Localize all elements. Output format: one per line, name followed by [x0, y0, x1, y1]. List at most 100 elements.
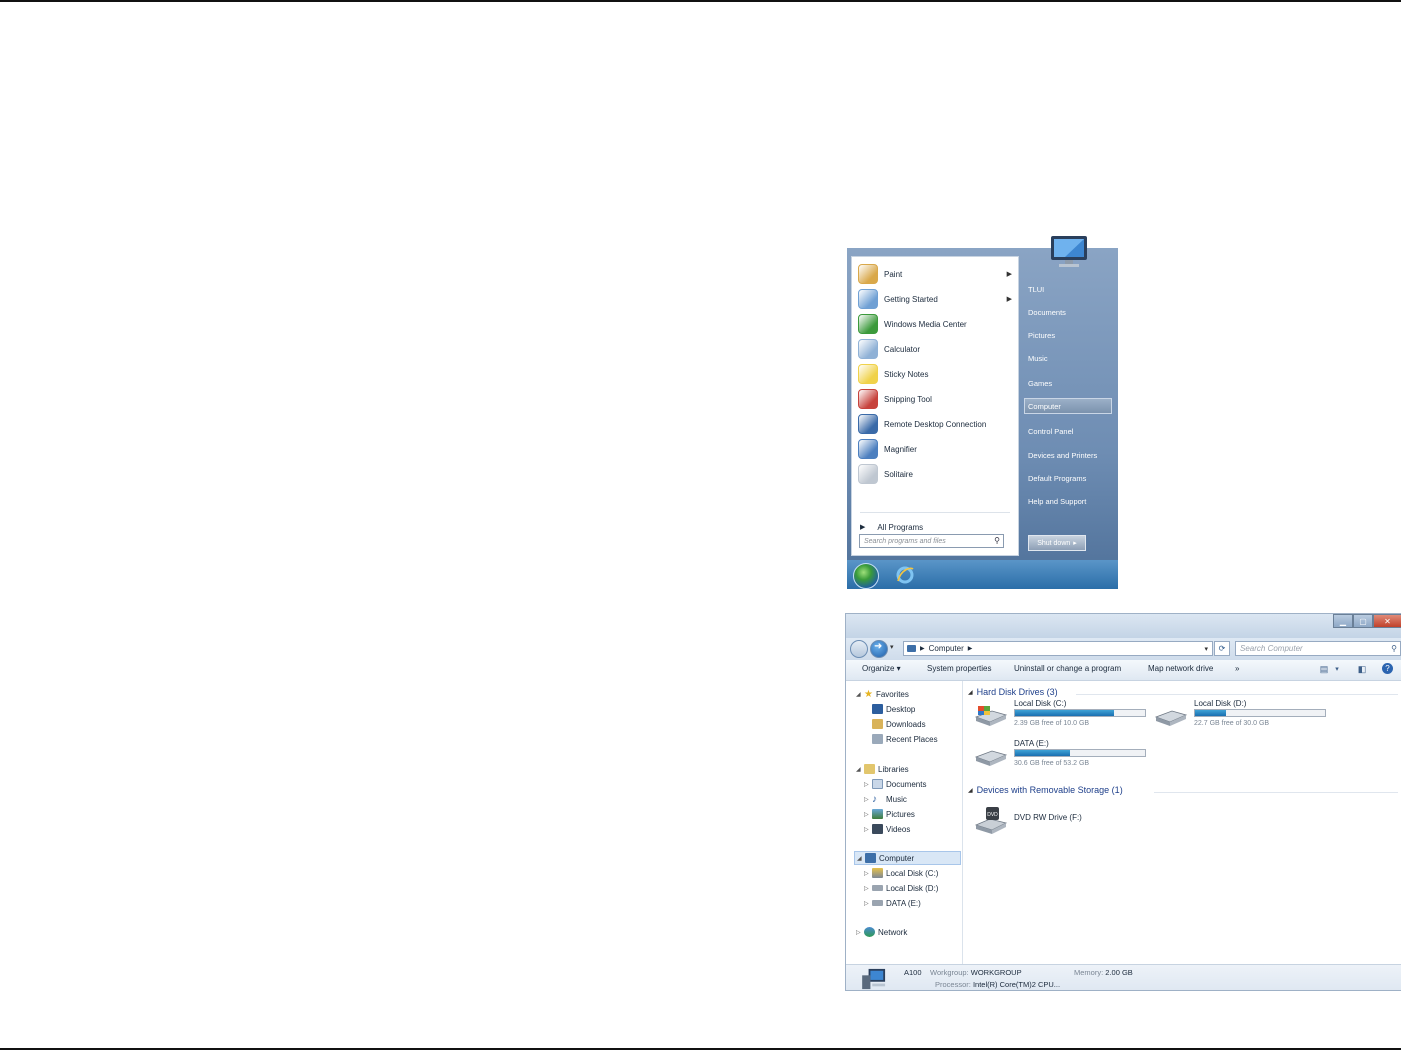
- nav-local-disk-d-label: Local Disk (D:): [886, 883, 939, 893]
- nav-network[interactable]: ▷ Network: [856, 925, 907, 939]
- submenu-arrow-icon[interactable]: ▶: [1007, 270, 1012, 278]
- start-menu-link[interactable]: Default Programs: [1028, 470, 1114, 486]
- chevron-right-icon: ▶: [967, 646, 973, 652]
- nav-music[interactable]: ▷ ♪ Music: [864, 792, 907, 806]
- nav-local-disk-d[interactable]: ▷ Local Disk (D:): [864, 881, 938, 895]
- start-menu-link[interactable]: Documents: [1028, 304, 1114, 320]
- map-network-drive-button[interactable]: Map network drive: [1148, 664, 1213, 673]
- start-orb-button[interactable]: [853, 563, 879, 589]
- start-menu-item[interactable]: Calculator: [858, 338, 1016, 360]
- nav-desktop[interactable]: Desktop: [872, 702, 915, 716]
- start-search-placeholder: Search programs and files: [864, 537, 946, 545]
- videos-icon: [872, 824, 883, 834]
- drive-free-space: 22.7 GB free of 30.0 GB: [1194, 720, 1270, 727]
- back-button[interactable]: [850, 640, 868, 658]
- system-drive-icon: [974, 706, 1008, 726]
- view-dropdown-icon[interactable]: ▾: [1331, 663, 1343, 675]
- start-menu-item-label: Sticky Notes: [884, 369, 929, 379]
- group-header-removable-storage[interactable]: ◢ Devices with Removable Storage (1): [968, 785, 1123, 795]
- system-drive-icon: [872, 868, 883, 878]
- dvd-drive[interactable]: DVD DVD RW Drive (F:): [974, 805, 1154, 841]
- start-menu: Paint ▶ Getting Started ▶ Windows Media Cent…: [847, 236, 1118, 589]
- music-icon: ♪: [872, 793, 877, 805]
- search-placeholder: Search Computer: [1240, 644, 1303, 653]
- close-button[interactable]: ✕: [1373, 614, 1401, 628]
- drive-tile[interactable]: Local Disk (D:) 22.7 GB free of 30.0 GB: [1154, 699, 1334, 735]
- drive-name: Local Disk (D:): [1194, 699, 1247, 708]
- forward-button[interactable]: ➜: [870, 640, 888, 658]
- dvd-drive-label: DVD RW Drive (F:): [1014, 813, 1082, 822]
- group-header-hard-disk-drives[interactable]: ◢ Hard Disk Drives (3): [968, 687, 1058, 697]
- nav-favorites-label: Favorites: [875, 689, 909, 699]
- start-menu-item[interactable]: Remote Desktop Connection: [858, 413, 1016, 435]
- change-view-icon[interactable]: ▤: [1318, 663, 1330, 675]
- taskbar: [847, 560, 1118, 589]
- start-menu-item[interactable]: Magnifier: [858, 438, 1016, 460]
- start-menu-item[interactable]: Paint ▶: [858, 263, 1016, 285]
- nav-recent-places[interactable]: Recent Places: [872, 732, 938, 746]
- submenu-arrow-icon[interactable]: ▶: [1007, 295, 1012, 303]
- organize-button[interactable]: Organize ▾: [862, 664, 901, 673]
- nav-downloads[interactable]: Downloads: [872, 717, 926, 731]
- drive-usage-fill: [1195, 710, 1227, 716]
- drive-tile[interactable]: DATA (E:) 30.6 GB free of 53.2 GB: [974, 739, 1154, 775]
- minimize-button[interactable]: ▁: [1333, 614, 1353, 628]
- desktop-icon: [872, 704, 883, 714]
- shutdown-button[interactable]: Shut down ▸: [1028, 535, 1086, 551]
- start-menu-item[interactable]: Sticky Notes: [858, 363, 1016, 385]
- processor-info: Processor: Intel(R) Core(TM)2 CPU...: [935, 980, 1060, 989]
- nav-pictures-label: Pictures: [886, 809, 915, 819]
- command-bar: Organize ▾ System properties Uninstall o…: [846, 660, 1401, 681]
- start-menu-link[interactable]: TLUI: [1028, 281, 1114, 297]
- all-programs-label: All Programs: [877, 522, 924, 532]
- start-menu-link[interactable]: Games: [1028, 375, 1114, 391]
- nav-local-disk-c[interactable]: ▷ Local Disk (C:): [864, 866, 938, 880]
- nav-data-e[interactable]: ▷ DATA (E:): [864, 896, 921, 910]
- collapsed-triangle-icon: ▷: [864, 796, 869, 803]
- start-menu-item[interactable]: Getting Started ▶: [858, 288, 1016, 310]
- help-icon[interactable]: ?: [1382, 663, 1393, 674]
- all-programs-button[interactable]: ▶ All Programs: [858, 519, 1016, 535]
- internet-explorer-icon[interactable]: [895, 565, 915, 585]
- system-properties-button[interactable]: System properties: [927, 664, 991, 673]
- nav-documents[interactable]: ▷ Documents: [864, 777, 926, 791]
- nav-downloads-label: Downloads: [886, 719, 926, 729]
- start-menu-link[interactable]: Control Panel: [1028, 423, 1114, 439]
- maximize-button[interactable]: ▢: [1353, 614, 1373, 628]
- start-menu-link[interactable]: Help and Support: [1028, 493, 1114, 509]
- nav-videos[interactable]: ▷ Videos: [864, 822, 910, 836]
- nav-favorites[interactable]: ◢ ★ Favorites: [856, 687, 909, 701]
- magnifier-icon: [858, 439, 878, 459]
- drive-icon: [872, 900, 883, 906]
- nav-computer[interactable]: ◢ Computer: [854, 851, 961, 865]
- nav-libraries[interactable]: ◢ Libraries: [856, 762, 909, 776]
- pictures-icon: [872, 809, 883, 819]
- uninstall-program-button[interactable]: Uninstall or change a program: [1014, 664, 1121, 673]
- snipping-tool-icon: [858, 389, 878, 409]
- nav-local-disk-c-label: Local Disk (C:): [886, 868, 939, 878]
- preview-pane-icon[interactable]: ◧: [1356, 663, 1368, 675]
- start-menu-link[interactable]: Computer: [1024, 398, 1112, 414]
- address-dropdown-icon[interactable]: ▾: [1204, 645, 1208, 653]
- processor-key: Processor:: [935, 980, 971, 989]
- start-menu-link[interactable]: Music: [1028, 350, 1114, 366]
- recent-pages-dropdown[interactable]: ▾: [890, 643, 894, 651]
- start-menu-link[interactable]: Pictures: [1028, 327, 1114, 343]
- navigation-pane: ◢ ★ Favorites Desktop Downloads Recent P…: [846, 681, 963, 964]
- search-input[interactable]: Search Computer ⚲: [1235, 641, 1401, 656]
- refresh-button[interactable]: ⟳: [1214, 641, 1230, 656]
- start-menu-item[interactable]: Snipping Tool: [858, 388, 1016, 410]
- workgroup-key: Workgroup:: [930, 968, 969, 977]
- drive-tile[interactable]: Local Disk (C:) 2.39 GB free of 10.0 GB: [974, 699, 1154, 735]
- group-hdd-label: Hard Disk Drives (3): [976, 687, 1058, 697]
- more-commands-button[interactable]: »: [1235, 664, 1239, 673]
- drive-name: DATA (E:): [1014, 739, 1049, 748]
- start-search-input[interactable]: Search programs and files ⚲: [859, 534, 1004, 548]
- start-menu-link[interactable]: Devices and Printers: [1028, 447, 1114, 463]
- start-menu-item[interactable]: Solitaire: [858, 463, 1016, 485]
- start-menu-item[interactable]: Windows Media Center: [858, 313, 1016, 335]
- address-bar[interactable]: ▶ Computer ▶ ▾: [903, 641, 1213, 656]
- nav-pictures[interactable]: ▷ Pictures: [864, 807, 915, 821]
- getting-started-icon: [858, 289, 878, 309]
- memory-value: 2.00 GB: [1105, 968, 1133, 977]
